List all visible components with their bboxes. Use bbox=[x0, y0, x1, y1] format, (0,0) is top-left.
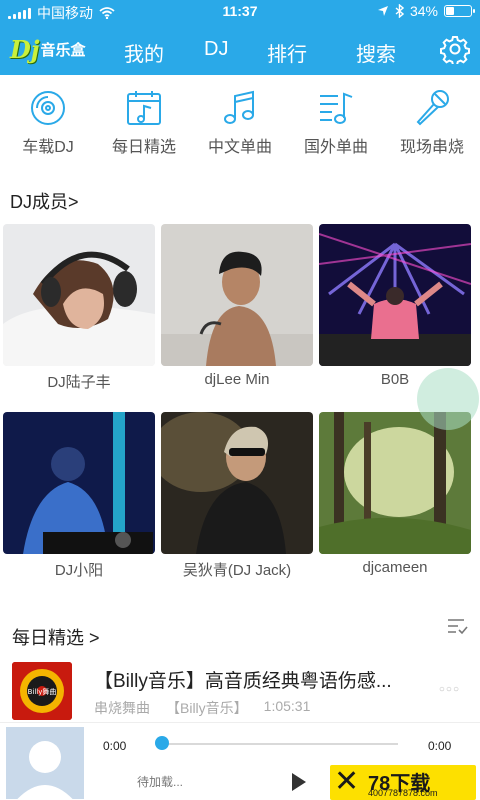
member-card[interactable]: B0B bbox=[319, 224, 471, 388]
battery-icon bbox=[444, 5, 475, 17]
calendar-music-icon bbox=[127, 91, 161, 125]
category-bar: 车载DJ 每日精选 中文单曲 国外单曲 现场串烧 bbox=[0, 88, 480, 158]
sort-icon[interactable] bbox=[446, 617, 468, 637]
progress-track[interactable] bbox=[162, 743, 398, 745]
player-avatar[interactable] bbox=[6, 727, 84, 799]
member-name: 吴狄青(DJ Jack) bbox=[182, 562, 292, 579]
more-icon[interactable]: ○○○ bbox=[439, 684, 460, 695]
microphone-icon bbox=[416, 90, 449, 126]
member-name: djcameen bbox=[362, 559, 428, 576]
logo-text: 音乐盒 bbox=[40, 41, 86, 59]
category-live-medley[interactable]: 现场串烧 bbox=[384, 88, 480, 157]
member-card[interactable]: DJ小阳 bbox=[3, 412, 155, 580]
current-time: 0:00 bbox=[103, 739, 127, 753]
category-label: 每日精选 bbox=[111, 139, 176, 156]
track-category: 串烧舞曲 bbox=[94, 700, 150, 716]
member-card[interactable]: djcameen bbox=[319, 412, 471, 576]
user-placeholder-icon bbox=[6, 727, 84, 799]
music-note-icon bbox=[224, 90, 254, 124]
member-photo bbox=[3, 224, 155, 366]
gear-icon[interactable] bbox=[440, 34, 470, 64]
player-status: 待加载... bbox=[137, 775, 184, 789]
watermark-logo-icon: ✕ bbox=[334, 764, 360, 799]
member-photo bbox=[161, 412, 313, 554]
watermark-url: 4007787878.com bbox=[368, 788, 438, 798]
tab-rank[interactable]: 排行 bbox=[267, 38, 307, 67]
track-author: 【Billy音乐】 bbox=[166, 700, 248, 716]
track-title: 【Billy音乐】高音质经典粤语伤感... bbox=[94, 671, 392, 692]
playlist-icon bbox=[320, 92, 353, 124]
category-chinese-single[interactable]: 中文单曲 bbox=[192, 88, 288, 157]
play-icon[interactable] bbox=[290, 771, 308, 793]
member-photo bbox=[161, 224, 313, 366]
battery-percent: 34% bbox=[409, 3, 438, 19]
member-photo bbox=[319, 224, 471, 366]
total-time: 0:00 bbox=[428, 739, 452, 753]
track-meta: 串烧舞曲 【Billy音乐】 1:05:31 bbox=[94, 698, 310, 718]
tab-dj[interactable]: DJ bbox=[204, 38, 228, 61]
member-card[interactable]: djLee Min bbox=[161, 224, 313, 388]
category-label: 现场串烧 bbox=[399, 139, 464, 156]
disc-icon bbox=[31, 91, 65, 125]
member-card[interactable]: DJ陆子丰 bbox=[3, 224, 155, 392]
members-section-title[interactable]: DJ成员> bbox=[10, 188, 79, 214]
tab-mine[interactable]: 我的 bbox=[124, 38, 164, 67]
progress-knob[interactable] bbox=[155, 736, 169, 750]
tab-search[interactable]: 搜索 bbox=[356, 38, 396, 67]
location-icon bbox=[377, 6, 388, 16]
track-cover: Billy舞曲 bbox=[12, 662, 72, 720]
category-daily-pick[interactable]: 每日精选 bbox=[96, 88, 192, 157]
cover-text: Billy舞曲 bbox=[28, 687, 57, 696]
daily-section-title[interactable]: 每日精选 > bbox=[12, 624, 100, 650]
member-card[interactable]: 吴狄青(DJ Jack) bbox=[161, 412, 313, 580]
category-car-dj[interactable]: 车载DJ bbox=[0, 88, 96, 157]
watermark: ✕ 78下载 4007787878.com bbox=[330, 764, 476, 800]
member-name: djLee Min bbox=[204, 371, 270, 388]
category-label: 车载DJ bbox=[22, 139, 74, 156]
status-bar: 中国移动 11:37 34% bbox=[0, 0, 480, 24]
floating-assist-button[interactable] bbox=[417, 368, 479, 430]
track-duration: 1:05:31 bbox=[263, 698, 311, 714]
category-label: 国外单曲 bbox=[303, 139, 368, 156]
daily-list-item[interactable]: Billy舞曲 【Billy音乐】高音质经典粤语伤感... 串烧舞曲 【Bill… bbox=[0, 660, 480, 722]
main-nav: Dj 音乐盒 我的 DJ 排行 搜索 bbox=[0, 26, 480, 74]
category-foreign-single[interactable]: 国外单曲 bbox=[288, 88, 384, 157]
category-label: 中文单曲 bbox=[207, 139, 272, 156]
app-logo[interactable]: Dj 音乐盒 bbox=[10, 32, 86, 66]
member-photo bbox=[3, 412, 155, 554]
member-name: DJ陆子丰 bbox=[47, 374, 111, 391]
bluetooth-icon bbox=[395, 4, 404, 18]
member-name: DJ小阳 bbox=[54, 562, 104, 579]
logo-dj: Dj bbox=[10, 34, 40, 64]
top-bar: 中国移动 11:37 34% Dj 音乐盒 我的 DJ 排行 搜索 bbox=[0, 0, 480, 75]
member-photo bbox=[319, 412, 471, 554]
